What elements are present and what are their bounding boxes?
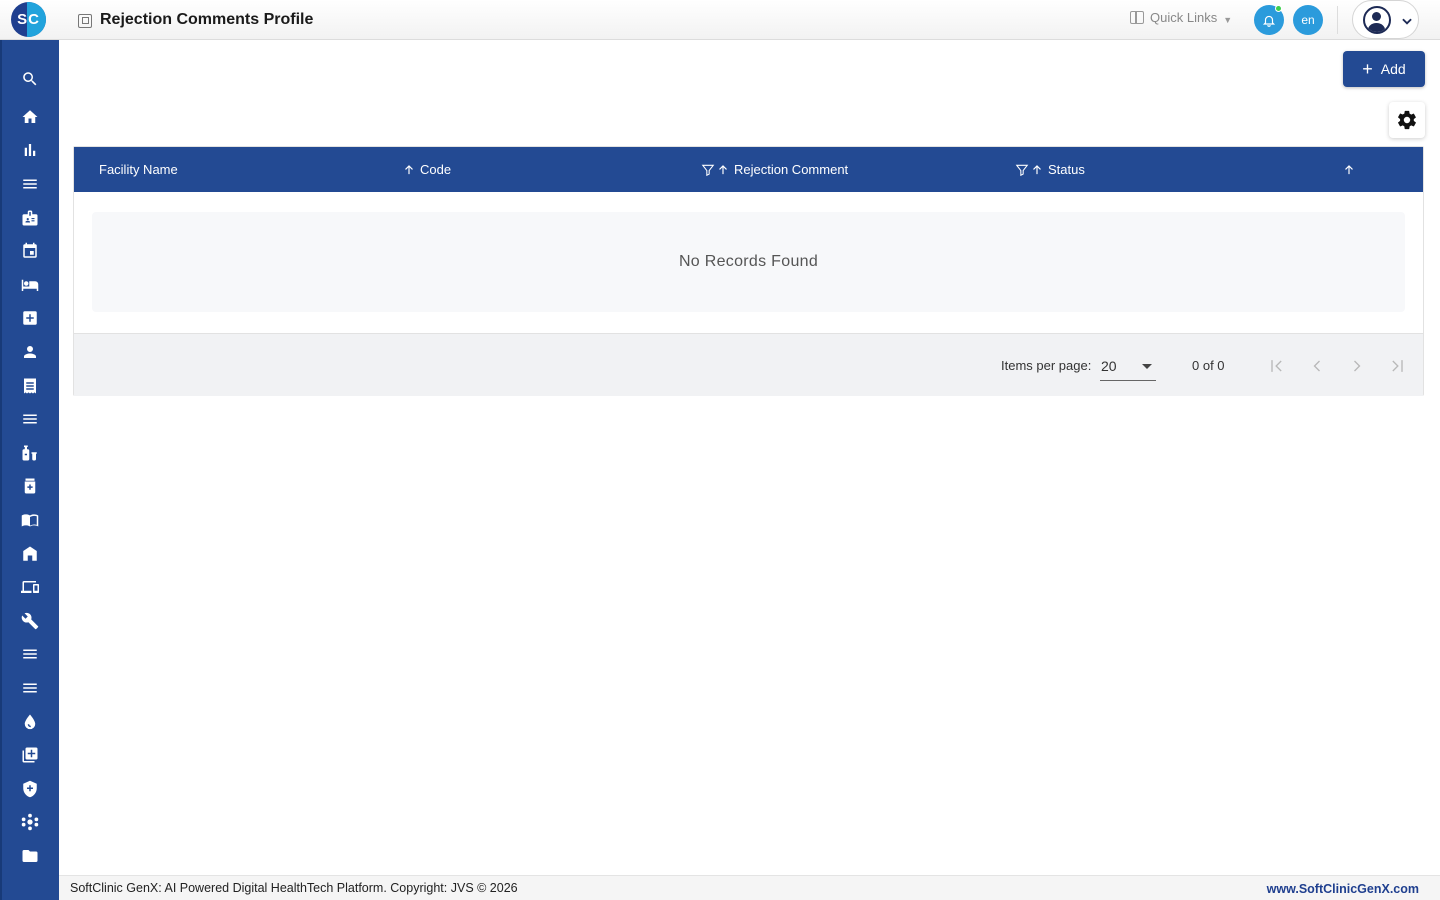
- sort-arrow-up-icon[interactable]: [716, 163, 730, 177]
- bell-icon: [1262, 15, 1276, 27]
- column-header-status[interactable]: Status: [1015, 147, 1085, 192]
- menu-icon[interactable]: [20, 174, 40, 194]
- language-button[interactable]: en: [1293, 5, 1323, 35]
- add-button[interactable]: + Add: [1343, 51, 1425, 87]
- quick-links-menu[interactable]: Quick Links ▼: [1130, 10, 1232, 25]
- sort-arrow-up-icon[interactable]: [1030, 163, 1044, 177]
- chevron-right-icon: [1354, 360, 1361, 372]
- column-header-rejection-comment[interactable]: Rejection Comment: [701, 147, 848, 192]
- page-range-label: 0 of 0: [1192, 358, 1225, 373]
- add-library-icon[interactable]: [20, 745, 40, 765]
- chevron-left-icon: [1313, 360, 1320, 372]
- sidebar: [0, 40, 59, 900]
- hub-icon[interactable]: [20, 812, 40, 832]
- column-header-code[interactable]: Code: [402, 147, 451, 192]
- user-menu-button[interactable]: [1352, 0, 1419, 39]
- top-bar: SC Rejection Comments Profile Quick Link…: [0, 0, 1440, 40]
- page-title: Rejection Comments Profile: [100, 11, 314, 28]
- gear-icon: [1398, 110, 1416, 130]
- search-icon[interactable]: [20, 69, 40, 89]
- last-page-button[interactable]: [1385, 354, 1409, 378]
- home-icon[interactable]: [20, 107, 40, 127]
- sort-arrow-up-icon[interactable]: [402, 163, 416, 177]
- medicine-box-icon[interactable]: [20, 476, 40, 496]
- notifications-button[interactable]: [1254, 5, 1284, 35]
- menu-icon[interactable]: [20, 409, 40, 429]
- notification-status-dot: [1275, 5, 1282, 12]
- sort-arrow-up-icon[interactable]: [1342, 163, 1356, 177]
- drop-icon[interactable]: [20, 712, 40, 732]
- data-table: Facility Name Code Rejection Comment Sta…: [73, 146, 1424, 396]
- shield-plus-icon[interactable]: [20, 779, 40, 799]
- divider: [1337, 6, 1338, 34]
- column-settings-button[interactable]: [1389, 102, 1425, 138]
- folder-icon[interactable]: [20, 846, 40, 866]
- table-header: Facility Name Code Rejection Comment Sta…: [74, 147, 1423, 192]
- empty-state-message: No Records Found: [92, 212, 1405, 312]
- plus-icon: +: [1362, 59, 1373, 79]
- next-page-button[interactable]: [1345, 354, 1369, 378]
- items-per-page-label: Items per page:: [1001, 358, 1092, 373]
- calendar-icon[interactable]: [20, 241, 40, 261]
- book-icon[interactable]: [20, 510, 40, 530]
- first-page-button[interactable]: [1265, 354, 1289, 378]
- gift-icon: [1130, 11, 1144, 24]
- filter-icon[interactable]: [701, 163, 715, 177]
- quick-links-label: Quick Links: [1150, 10, 1218, 25]
- column-header-actions[interactable]: [1342, 147, 1356, 192]
- paginator: Items per page: 20 0 of 0: [74, 333, 1423, 396]
- footer: SoftClinic GenX: AI Powered Digital Heal…: [59, 875, 1440, 900]
- person-icon[interactable]: [20, 342, 40, 362]
- bar-chart-icon[interactable]: [20, 140, 40, 160]
- first-page-icon: [1271, 360, 1282, 372]
- caret-down-icon: ▼: [1223, 14, 1233, 25]
- app-logo[interactable]: SC: [11, 2, 46, 37]
- receipt-icon[interactable]: [20, 376, 40, 396]
- devices-icon[interactable]: [20, 577, 40, 597]
- id-badge-icon[interactable]: [20, 208, 40, 228]
- last-page-icon: [1392, 360, 1403, 372]
- website-link[interactable]: www.SoftClinicGenX.com: [1267, 882, 1419, 896]
- previous-page-button[interactable]: [1305, 354, 1329, 378]
- filter-icon[interactable]: [1015, 163, 1029, 177]
- wrench-icon[interactable]: [20, 611, 40, 631]
- page-icon: [78, 14, 92, 28]
- menu-icon[interactable]: [20, 678, 40, 698]
- pharmacy-icon[interactable]: [20, 443, 40, 463]
- menu-icon[interactable]: [20, 644, 40, 664]
- chevron-down-icon: [1402, 18, 1412, 25]
- add-button-label: Add: [1380, 61, 1406, 77]
- column-header-facility-name[interactable]: Facility Name: [99, 147, 178, 192]
- copyright-text: SoftClinic GenX: AI Powered Digital Heal…: [70, 881, 518, 895]
- user-avatar-icon: [1363, 6, 1391, 34]
- dropdown-arrow-icon: [1142, 364, 1152, 369]
- bed-icon[interactable]: [20, 275, 40, 295]
- medical-plus-icon[interactable]: [20, 308, 40, 328]
- items-per-page-select[interactable]: 20: [1100, 351, 1156, 381]
- store-icon[interactable]: [20, 544, 40, 564]
